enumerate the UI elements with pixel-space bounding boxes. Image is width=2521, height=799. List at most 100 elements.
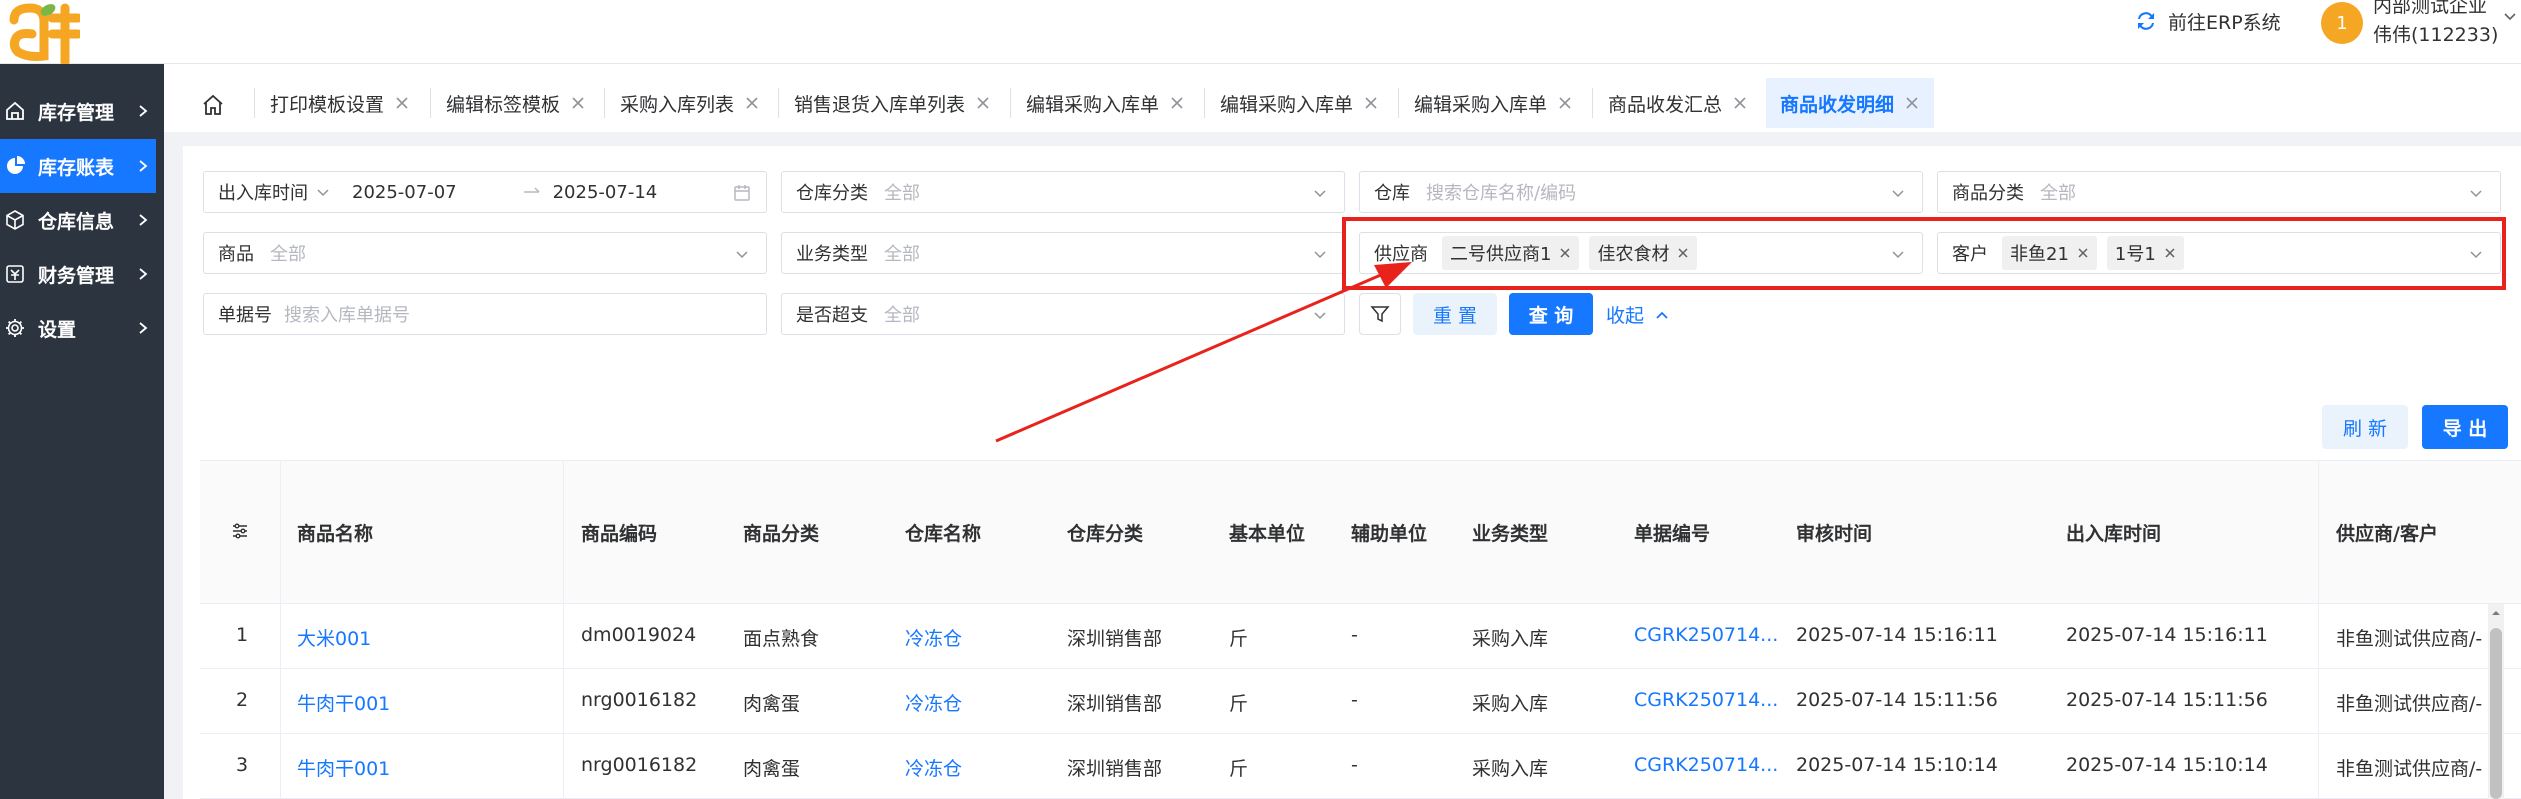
close-icon[interactable]: [1904, 95, 1920, 111]
scrollbar-thumb[interactable]: [2490, 628, 2502, 799]
field-label: 商品: [218, 244, 254, 265]
scroll-up-icon[interactable]: [2490, 607, 2502, 619]
sidebar-item-warehouse[interactable]: 仓库信息: [0, 193, 156, 247]
tab-sales-return-list[interactable]: 销售退货入库单列表: [780, 78, 1005, 128]
warehouse-link[interactable]: 冷冻仓: [905, 624, 962, 651]
tab-divider: [604, 88, 605, 118]
avatar[interactable]: 1: [2321, 2, 2363, 44]
product-code: nrg0016182: [581, 689, 698, 711]
collapse-toggle[interactable]: 收起: [1606, 301, 1670, 328]
over-receive-select[interactable]: 是否超支 全部: [781, 293, 1345, 335]
column-header: 审核时间: [1796, 523, 1873, 545]
sidebar-item-finance[interactable]: 财务管理: [0, 247, 156, 301]
column-header: 辅助单位: [1351, 523, 1428, 545]
table-row[interactable]: 1 大米001 dm0019024 面点熟食 冷冻仓 深圳销售部 斤 - 采购入…: [200, 604, 2521, 669]
chevron-right-icon: [139, 160, 148, 172]
tab-edit-purchase-inbound-3[interactable]: 编辑采购入库单: [1400, 78, 1587, 128]
field-label: 单据号: [218, 305, 272, 326]
field-label: 仓库: [1374, 183, 1410, 204]
reset-button[interactable]: 重 置: [1413, 293, 1497, 335]
tab-label: 商品收发明细: [1780, 93, 1895, 116]
tab-label: 销售退货入库单列表: [794, 93, 966, 116]
product-select[interactable]: 商品 全部: [203, 232, 767, 274]
date-start-value[interactable]: 2025-07-07: [352, 182, 457, 203]
select-value: 全部: [270, 244, 306, 265]
tab-goods-flow-detail[interactable]: 商品收发明细: [1766, 78, 1935, 128]
date-range-field[interactable]: 出入库时间 2025-07-07 2025-07-14: [203, 171, 767, 213]
column-header: 基本单位: [1229, 523, 1306, 545]
home-icon[interactable]: [200, 92, 226, 118]
business-type-select[interactable]: 业务类型 全部: [781, 232, 1345, 274]
tab-purchase-inbound-list[interactable]: 采购入库列表: [606, 78, 774, 128]
column-header: 商品名称: [297, 523, 374, 545]
chevron-down-icon[interactable]: [2502, 8, 2518, 24]
close-icon[interactable]: [975, 95, 991, 111]
product-name-link[interactable]: 牛肉干001: [297, 689, 390, 716]
tab-print-template[interactable]: 打印模板设置: [256, 78, 424, 128]
doc-number-link[interactable]: CGRK250714...: [1634, 689, 1778, 711]
close-icon[interactable]: [394, 95, 410, 111]
table-row[interactable]: 3 牛肉干001 nrg0016182 肉禽蛋 冷冻仓 深圳销售部 斤 - 采购…: [200, 734, 2521, 799]
box-icon: [6, 210, 24, 230]
tab-label: 编辑采购入库单: [1414, 93, 1548, 116]
warehouse-category-select[interactable]: 仓库分类 全部: [781, 171, 1345, 213]
product-category: 肉禽蛋: [743, 693, 801, 715]
sidebar-item-settings[interactable]: 设置: [0, 301, 156, 355]
date-end-value[interactable]: 2025-07-14: [553, 182, 658, 203]
sidebar-item-label: 财务管理: [38, 264, 115, 287]
calendar-icon[interactable]: [732, 183, 752, 203]
column-settings-icon[interactable]: [230, 521, 250, 541]
chevron-down-icon: [2470, 190, 2482, 198]
supplier-customer: 非鱼测试供应商/-: [2336, 693, 2483, 715]
tab-divider: [254, 88, 255, 118]
close-icon[interactable]: [570, 95, 586, 111]
export-button[interactable]: 导 出: [2422, 405, 2508, 449]
query-button[interactable]: 查 询: [1509, 293, 1593, 335]
tab-label: 商品收发汇总: [1608, 93, 1723, 116]
sidebar-item-inventory[interactable]: 库存管理: [0, 84, 156, 138]
close-icon[interactable]: [744, 95, 760, 111]
close-icon[interactable]: [1169, 95, 1185, 111]
home-icon: [6, 101, 24, 120]
tab-edit-label-template[interactable]: 编辑标签模板: [432, 78, 600, 128]
column-header: 仓库名称: [905, 523, 982, 545]
chevron-right-icon: [139, 214, 148, 226]
column-divider: [280, 460, 281, 799]
field-label: 商品分类: [1952, 183, 2024, 204]
tab-label: 编辑采购入库单: [1026, 93, 1160, 116]
filter-button[interactable]: [1359, 293, 1401, 335]
tab-divider: [1010, 88, 1011, 118]
sidebar-item-stock-reports[interactable]: 库存账表: [0, 139, 156, 193]
erp-system-link[interactable]: 前往ERP系统: [2134, 8, 2281, 34]
product-name-link[interactable]: 牛肉干001: [297, 754, 390, 781]
tab-divider: [1592, 88, 1593, 118]
supplier-customer: 非鱼测试供应商/-: [2336, 758, 2483, 780]
column-divider: [2318, 460, 2319, 799]
product-name-link[interactable]: 大米001: [297, 624, 371, 651]
doc-number-link[interactable]: CGRK250714...: [1634, 754, 1778, 776]
warehouse-link[interactable]: 冷冻仓: [905, 754, 962, 781]
business-type: 采购入库: [1472, 693, 1549, 715]
tab-goods-flow-summary[interactable]: 商品收发汇总: [1594, 78, 1762, 128]
doc-number-input[interactable]: 单据号 搜索入库单据号: [203, 293, 767, 335]
table-row[interactable]: 2 牛肉干001 nrg0016182 肉禽蛋 冷冻仓 深圳销售部 斤 - 采购…: [200, 669, 2521, 734]
product-category-select[interactable]: 商品分类 全部: [1937, 171, 2501, 213]
chevron-up-icon: [1656, 311, 1668, 319]
warehouse-link[interactable]: 冷冻仓: [905, 689, 962, 716]
app-root: 前往ERP系统 1 内部测试企业 伟伟(112233) 库存管理 库存账表 仓库…: [0, 0, 2521, 799]
user-info[interactable]: 内部测试企业 伟伟(112233): [2373, 0, 2498, 50]
sidebar-item-label: 设置: [38, 318, 77, 341]
tab-edit-purchase-inbound-2[interactable]: 编辑采购入库单: [1206, 78, 1393, 128]
base-unit: 斤: [1229, 758, 1249, 780]
warehouse-select[interactable]: 仓库 搜索仓库名称/编码: [1359, 171, 1923, 213]
column-header: 单据编号: [1634, 523, 1711, 545]
doc-number-link[interactable]: CGRK250714...: [1634, 624, 1778, 646]
close-icon[interactable]: [1732, 95, 1748, 111]
close-icon[interactable]: [1557, 95, 1573, 111]
tab-label: 编辑标签模板: [446, 93, 561, 116]
close-icon[interactable]: [1363, 95, 1379, 111]
refresh-button[interactable]: 刷 新: [2322, 405, 2408, 449]
tab-edit-purchase-inbound-1[interactable]: 编辑采购入库单: [1012, 78, 1199, 128]
erp-link-label[interactable]: 前往ERP系统: [2168, 8, 2281, 35]
base-unit: 斤: [1229, 628, 1249, 650]
